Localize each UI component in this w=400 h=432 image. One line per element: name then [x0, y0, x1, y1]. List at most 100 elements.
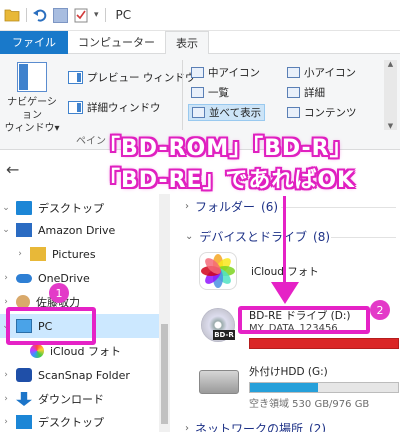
- annotation-line-1: 「BD-ROM」「BD-R」: [98, 136, 353, 161]
- annotation-badge-1: 1: [49, 283, 69, 303]
- scansnap-icon: [16, 368, 32, 382]
- nav-item-label: iCloud フォト: [50, 345, 121, 358]
- nav-item-pictures[interactable]: › Pictures: [0, 242, 160, 266]
- customize-toolbar-icon[interactable]: ▾: [94, 10, 99, 20]
- collapse-chevron-icon[interactable]: ⌄: [0, 225, 12, 235]
- network-section-header[interactable]: › ネットワークの場所 (2): [185, 420, 326, 432]
- preview-pane-icon: [68, 71, 83, 84]
- layout-tiles[interactable]: 並べて表示: [188, 104, 266, 121]
- nav-item-desktop[interactable]: ⌄ デスクトップ: [0, 196, 160, 220]
- icloud-photos-icon: [199, 252, 237, 290]
- undo-icon[interactable]: [33, 8, 47, 22]
- navigation-pane-label-2: ウィンドウ▾: [4, 123, 60, 134]
- layout-content-label: コンテンツ: [304, 107, 357, 119]
- list-icon: [191, 87, 204, 98]
- ribbon-tabs: ファイル コンピューター 表示: [0, 31, 400, 55]
- annotation-highlight-bd-drive: [238, 306, 370, 334]
- hdd-free-space: 空き領域 530 GB/976 GB: [249, 399, 370, 410]
- medium-icons-icon: [191, 67, 204, 78]
- tab-computer[interactable]: コンピューター: [68, 31, 165, 54]
- navigation-scrollbar[interactable]: [159, 194, 170, 432]
- nav-item-label: OneDrive: [38, 271, 90, 285]
- nav-item-label: デスクトップ: [38, 416, 104, 429]
- nav-item-downloads[interactable]: › ダウンロード: [0, 387, 160, 411]
- expand-chevron-icon[interactable]: ›: [0, 370, 12, 380]
- nav-item-label: ScanSnap Folder: [38, 368, 130, 382]
- folders-count: (6): [261, 199, 279, 214]
- hdd-drive-label: 外付けHDD (G:): [249, 366, 328, 378]
- folder-icon: [4, 9, 20, 22]
- layout-tiles-label: 並べて表示: [209, 107, 262, 119]
- title-bar: ▾ PC: [0, 0, 400, 31]
- scroll-up-icon[interactable]: ▲: [388, 60, 393, 68]
- expand-chevron-icon[interactable]: ›: [0, 273, 12, 283]
- nav-item-amazon-drive[interactable]: ⌄ Amazon Drive: [0, 218, 160, 242]
- collapse-chevron-icon[interactable]: ⌄: [185, 231, 193, 242]
- back-arrow-icon[interactable]: ←: [6, 160, 19, 179]
- content-icon: [287, 107, 300, 118]
- expand-chevron-icon[interactable]: ›: [14, 249, 26, 259]
- nav-item-scansnap[interactable]: › ScanSnap Folder: [0, 363, 160, 387]
- download-arrow-icon: [16, 392, 32, 406]
- section-divider: [281, 207, 396, 208]
- preview-pane-button[interactable]: プレビュー ウィンドウ: [68, 70, 195, 85]
- nav-item-label: ダウンロード: [38, 393, 104, 406]
- details-pane-button[interactable]: 詳細ウィンドウ: [68, 100, 161, 115]
- details-icon: [287, 87, 300, 98]
- hdd-icon: [199, 370, 239, 394]
- folders-section-header[interactable]: › フォルダー (6): [185, 198, 278, 215]
- checklist-icon[interactable]: [74, 8, 88, 23]
- scrollbar-thumb[interactable]: [161, 324, 168, 424]
- nav-item-desktop-2[interactable]: › デスクトップ: [0, 410, 160, 432]
- expand-chevron-icon[interactable]: ›: [0, 417, 12, 427]
- annotation-line-2: 「BD-RE」であればOK: [98, 168, 356, 193]
- network-count: (2): [309, 421, 327, 432]
- preview-pane-label: プレビュー ウィンドウ: [87, 72, 196, 84]
- properties-icon[interactable]: [53, 7, 68, 23]
- tab-file[interactable]: ファイル: [0, 31, 68, 54]
- folder-icon: [30, 247, 46, 261]
- folders-section-label: フォルダー: [195, 200, 256, 214]
- tab-view[interactable]: 表示: [165, 31, 209, 55]
- navigation-pane-label-1: ナビゲーション: [7, 97, 57, 121]
- collapse-chevron-icon[interactable]: ⌄: [0, 203, 12, 213]
- bd-disc-icon: BD-R: [199, 306, 237, 344]
- scroll-down-icon[interactable]: ▼: [388, 122, 393, 130]
- layout-gallery-scroll[interactable]: ▲ ▼: [384, 60, 397, 130]
- onedrive-icon: [16, 273, 32, 283]
- expand-chevron-icon[interactable]: ›: [0, 297, 12, 307]
- layout-medium-icons[interactable]: 中アイコン: [188, 64, 263, 81]
- icloud-photos-tile[interactable]: iCloud フォト: [199, 252, 399, 292]
- devices-section-header[interactable]: ⌄ デバイスとドライブ (8): [185, 228, 330, 245]
- quick-access-toolbar: ▾: [0, 7, 106, 23]
- annotation-badge-2: 2: [370, 300, 390, 320]
- expand-chevron-icon[interactable]: ›: [185, 423, 189, 432]
- devices-section-label: デバイスとドライブ: [199, 230, 308, 244]
- layout-list-label: 一覧: [208, 87, 229, 99]
- navigation-pane-icon: [17, 62, 47, 92]
- layout-content[interactable]: コンテンツ: [284, 104, 360, 121]
- layout-list[interactable]: 一覧: [188, 84, 232, 101]
- annotation-arrow-shaft: [283, 196, 286, 286]
- small-icons-icon: [287, 67, 300, 78]
- details-pane-icon: [68, 101, 83, 114]
- navigation-pane-button[interactable]: ナビゲーション ウィンドウ▾: [4, 62, 60, 135]
- expand-chevron-icon[interactable]: ›: [185, 201, 189, 212]
- bd-usage-bar: [249, 338, 399, 349]
- expand-chevron-icon[interactable]: ›: [0, 394, 12, 404]
- icloud-photos-icon: [30, 344, 44, 358]
- details-pane-label: 詳細ウィンドウ: [87, 102, 161, 114]
- layout-details-label: 詳細: [304, 87, 325, 99]
- desktop-icon: [16, 201, 32, 215]
- annotation-arrow-head-icon: [271, 282, 299, 304]
- network-section-label: ネットワークの場所: [195, 422, 304, 432]
- nav-item-label: Amazon Drive: [38, 223, 116, 237]
- tiles-icon: [192, 107, 205, 118]
- nav-item-onedrive[interactable]: › OneDrive: [0, 266, 160, 290]
- hdd-usage-bar: [249, 382, 399, 393]
- section-divider: [331, 237, 396, 238]
- photos-flower-icon: [201, 254, 235, 288]
- window-title: PC: [115, 8, 132, 22]
- layout-small-icons[interactable]: 小アイコン: [284, 64, 359, 81]
- layout-details[interactable]: 詳細: [284, 84, 328, 101]
